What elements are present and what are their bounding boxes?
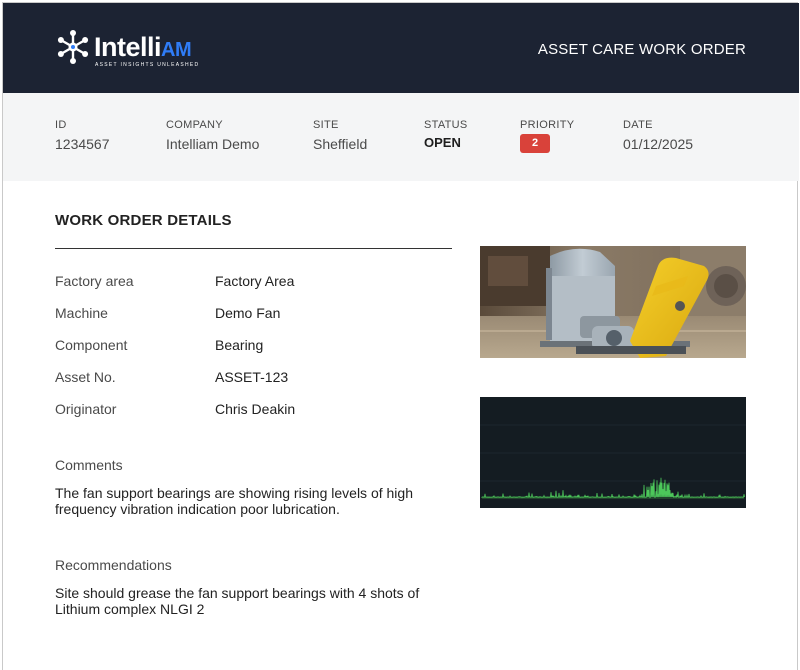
logo-snowflake-icon [57, 30, 89, 64]
detail-row-originator: Originator Chris Deakin [55, 401, 455, 421]
detail-label: Asset No. [55, 369, 116, 385]
comments-text: The fan support bearings are showing ris… [55, 485, 413, 517]
detail-value: Bearing [215, 337, 264, 353]
meta-status-label: STATUS [424, 119, 468, 131]
detail-row-asset-no: Asset No. ASSET-123 [55, 369, 455, 389]
meta-id-label: ID [55, 119, 67, 131]
detail-label: Factory area [55, 273, 134, 289]
meta-date: DATE 01/12/2025 [623, 119, 693, 152]
detail-label: Machine [55, 305, 108, 321]
recommendations-text: Site should grease the fan support beari… [55, 585, 420, 617]
status-value: OPEN [424, 135, 461, 150]
meta-date-label: DATE [623, 119, 653, 131]
meta-site-value: Sheffield [313, 136, 368, 152]
work-order-page: IntelliAM ASSET INSIGHTS UNLEASHED ASSET… [2, 2, 799, 670]
work-order-meta-bar: ID 1234567 COMPANY Intelliam Demo SITE S… [3, 93, 799, 181]
logo-wordmark: IntelliAM [94, 32, 192, 62]
meta-id-value: 1234567 [55, 136, 110, 152]
comments-label: Comments [55, 457, 123, 473]
meta-priority-label: PRIORITY [520, 119, 575, 131]
detail-value: Demo Fan [215, 305, 281, 321]
detail-row-component: Component Bearing [55, 337, 455, 357]
detail-label: Component [55, 337, 128, 353]
meta-id: ID 1234567 [55, 119, 110, 152]
detail-label: Originator [55, 401, 117, 417]
detail-row-factory-area: Factory area Factory Area [55, 273, 455, 293]
meta-date-value: 01/12/2025 [623, 136, 694, 152]
intelliam-logo: IntelliAM ASSET INSIGHTS UNLEASHED [55, 29, 215, 69]
detail-value: ASSET-123 [215, 369, 289, 385]
vibration-spectrum-plot [480, 397, 746, 508]
meta-priority: PRIORITY 2 [520, 119, 574, 153]
detail-row-machine: Machine Demo Fan [55, 305, 455, 325]
meta-company: COMPANY Intelliam Demo [166, 119, 259, 152]
detail-value: Factory Area [215, 273, 295, 289]
section-divider [55, 248, 452, 249]
priority-badge: 2 [520, 134, 550, 153]
detail-value: Chris Deakin [215, 401, 296, 417]
page-title: ASSET CARE WORK ORDER [537, 41, 746, 58]
logo-tagline: ASSET INSIGHTS UNLEASHED [95, 62, 200, 68]
meta-status: STATUS OPEN [424, 119, 468, 150]
recommendations-label: Recommendations [55, 557, 172, 573]
meta-site-label: SITE [313, 119, 339, 131]
meta-site: SITE Sheffield [313, 119, 367, 152]
header-bar: IntelliAM ASSET INSIGHTS UNLEASHED ASSET… [3, 3, 799, 93]
section-title: WORK ORDER DETAILS [55, 212, 232, 229]
meta-company-label: COMPANY [166, 119, 223, 131]
machine-photo [480, 246, 746, 358]
meta-company-value: Intelliam Demo [166, 136, 260, 152]
